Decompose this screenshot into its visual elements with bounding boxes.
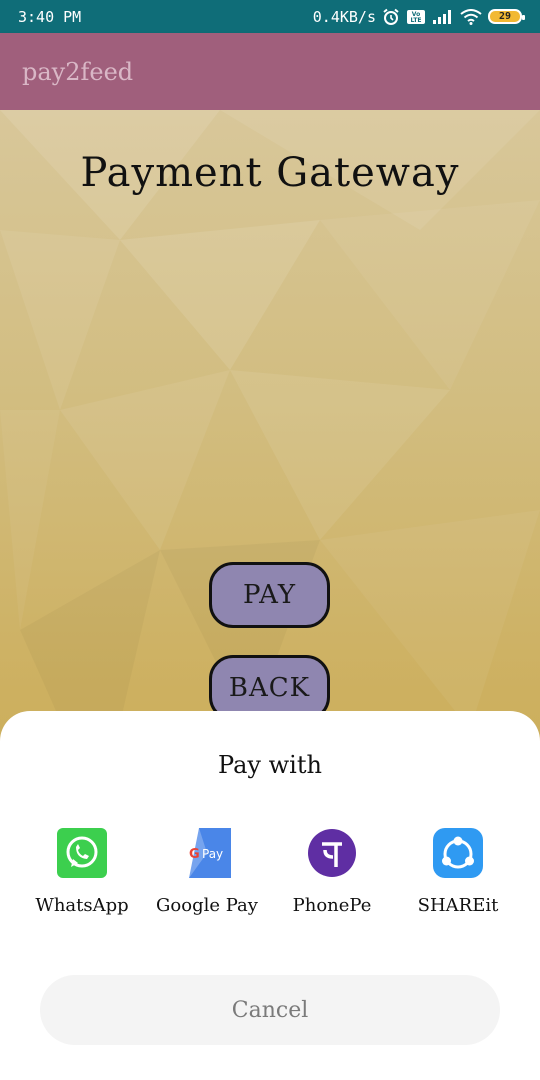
status-time: 3:40 PM bbox=[18, 7, 82, 26]
app-label-whatsapp: WhatsApp bbox=[35, 895, 129, 916]
alarm-icon bbox=[382, 8, 400, 26]
app-title: pay2feed bbox=[22, 57, 134, 86]
pay-button[interactable]: PAY bbox=[209, 562, 330, 628]
app-option-google-pay[interactable]: G Pay Google Pay bbox=[142, 827, 272, 916]
cancel-button[interactable]: Cancel bbox=[40, 975, 500, 1045]
sheet-title: Pay with bbox=[218, 751, 322, 779]
svg-text:Pay: Pay bbox=[202, 847, 223, 861]
app-option-whatsapp[interactable]: WhatsApp bbox=[17, 827, 147, 916]
status-bar: 3:40 PM 0.4KB/s Vo LTE 29 bbox=[0, 0, 540, 33]
app-option-shareit[interactable]: SHAREit bbox=[393, 827, 523, 916]
status-icons: 0.4KB/s Vo LTE 29 bbox=[312, 7, 525, 26]
network-speed: 0.4KB/s bbox=[312, 7, 376, 26]
whatsapp-icon bbox=[56, 827, 108, 879]
app-label-google-pay: Google Pay bbox=[156, 895, 258, 916]
page-title: Payment Gateway bbox=[80, 150, 460, 196]
pay-with-sheet: Pay with WhatsApp G Pay Google Pay Phone… bbox=[0, 711, 540, 1080]
svg-text:G: G bbox=[189, 847, 200, 862]
google-pay-icon: G Pay bbox=[181, 827, 233, 879]
shareit-icon bbox=[432, 827, 484, 879]
signal-icon bbox=[432, 9, 454, 25]
battery-icon: 29 bbox=[488, 9, 525, 24]
svg-text:LTE: LTE bbox=[410, 17, 421, 24]
app-label-phonepe: PhonePe bbox=[292, 895, 372, 916]
phonepe-icon bbox=[306, 827, 358, 879]
app-label-shareit: SHAREit bbox=[417, 895, 499, 916]
wifi-icon bbox=[460, 8, 482, 25]
volte-icon: Vo LTE bbox=[406, 9, 426, 25]
app-option-phonepe[interactable]: PhonePe bbox=[267, 827, 397, 916]
app-bar: pay2feed bbox=[0, 33, 540, 110]
